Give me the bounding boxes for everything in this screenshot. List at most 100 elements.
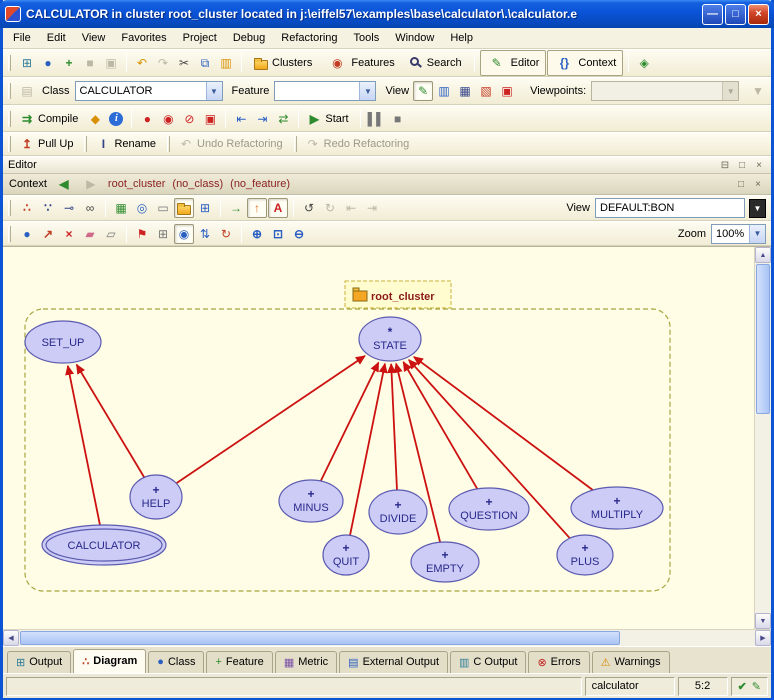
copy-icon[interactable]: ⧉ (195, 53, 215, 73)
eraser-alt-icon[interactable]: ▱ (101, 224, 121, 244)
menu-tools[interactable]: Tools (346, 30, 388, 46)
chevron-down-icon[interactable]: ▼ (749, 225, 765, 243)
export-image-icon[interactable]: ▦ (111, 198, 131, 218)
diagram-node-multiply[interactable]: +MULTIPLY (571, 487, 663, 529)
menu-debug[interactable]: Debug (225, 30, 273, 46)
diagram-node-empty[interactable]: +EMPTY (411, 542, 479, 582)
diagram-undo-icon[interactable]: ↺ (299, 198, 319, 218)
history-back-icon[interactable]: ◀ (54, 174, 74, 194)
diagram-node-set_up[interactable]: SET_UP (25, 321, 101, 363)
zoom-combobox[interactable]: 100% ▼ (711, 224, 766, 244)
menu-favorites[interactable]: Favorites (113, 30, 174, 46)
relayout-icon[interactable]: ↻ (216, 224, 236, 244)
undock-icon[interactable]: ⊟ (718, 158, 732, 172)
delete-icon[interactable]: × (59, 224, 79, 244)
diagram-view-dropdown-icon[interactable]: ▼ (749, 199, 766, 218)
scroll-down-icon[interactable]: ▼ (755, 613, 771, 629)
menu-edit[interactable]: Edit (39, 30, 74, 46)
toolbar-grip[interactable] (8, 136, 11, 152)
zoom-fit-icon[interactable]: ⊡ (268, 224, 288, 244)
contract-view-icon[interactable]: ▧ (476, 81, 496, 101)
create-class-icon[interactable]: ● (17, 224, 37, 244)
context-button[interactable]: {} Context (547, 50, 623, 76)
print-icon[interactable]: ▭ (153, 198, 173, 218)
grid-layout-icon[interactable]: ⊞ (153, 224, 173, 244)
new-window-icon[interactable]: ⊞ (17, 53, 37, 73)
circle-layout-icon[interactable]: ◉ (174, 224, 194, 244)
rename-icon[interactable]: I (93, 134, 113, 154)
create-link-icon[interactable]: ↗ (38, 224, 58, 244)
scroll-right-icon[interactable]: ▶ (755, 630, 771, 646)
sort-icon[interactable]: ⇅ (195, 224, 215, 244)
interface-view-icon[interactable]: ▣ (497, 81, 517, 101)
client-links-icon[interactable]: ∞ (80, 198, 100, 218)
toolbar-grip[interactable] (8, 83, 11, 99)
info-icon[interactable]: i (106, 109, 126, 129)
start-icon[interactable]: ▶ (304, 109, 324, 129)
diagram-node-calculator[interactable]: CALCULATOR (42, 525, 166, 565)
tab-c-output[interactable]: ▥C Output (450, 651, 526, 673)
context-cluster[interactable]: root_cluster (108, 178, 165, 190)
tab-feature[interactable]: +Feature (206, 651, 272, 673)
show-clusters-icon[interactable] (174, 198, 194, 218)
menu-window[interactable]: Window (387, 30, 442, 46)
maximize-button[interactable]: □ (725, 4, 746, 25)
search-button[interactable]: Search (403, 54, 469, 72)
menu-project[interactable]: Project (175, 30, 225, 46)
toolbar-grip[interactable] (8, 55, 11, 71)
tab-warnings[interactable]: ⚠Warnings (592, 651, 670, 673)
clusters-button[interactable]: Clusters (247, 54, 319, 73)
clickable-view-icon[interactable]: ▥ (434, 81, 454, 101)
quality-icon[interactable]: ↑ (247, 198, 267, 218)
step-into-icon[interactable]: ⇤ (231, 109, 251, 129)
feature-combobox[interactable]: ▼ (274, 81, 376, 101)
toolbar-grip[interactable] (167, 136, 170, 152)
toolbar-grip[interactable] (294, 136, 297, 152)
melt-icon[interactable]: ⇉ (17, 109, 37, 129)
diagram-canvas[interactable]: root_clusterSET_UP*STATE+HELPCALCULATOR+… (3, 247, 754, 629)
tab-output[interactable]: ⊞Output (7, 651, 71, 673)
bon-diagram[interactable]: root_clusterSET_UP*STATE+HELPCALCULATOR+… (3, 247, 754, 629)
remove-breakpoints-icon[interactable]: ⊘ (179, 109, 199, 129)
editor-button[interactable]: ✎ Editor (480, 50, 547, 76)
open-file-icon[interactable]: ● (38, 53, 58, 73)
scroll-left-icon[interactable]: ◀ (3, 630, 19, 646)
web-output-icon[interactable]: ◎ (132, 198, 152, 218)
class-combobox-value[interactable]: CALCULATOR (76, 85, 206, 97)
maximize-pane-icon[interactable]: □ (734, 177, 748, 191)
chevron-down-icon[interactable]: ▼ (359, 82, 375, 100)
tab-errors[interactable]: ⊗Errors (528, 651, 589, 673)
diagram-node-minus[interactable]: +MINUS (279, 480, 343, 522)
diagram-view-combobox[interactable]: DEFAULT:BON (595, 198, 745, 218)
pull-up-icon[interactable]: ↥ (17, 134, 37, 154)
vertical-scroll-thumb[interactable] (756, 264, 770, 414)
breakpoints-window-icon[interactable]: ▣ (200, 109, 220, 129)
toolbar-overflow-icon[interactable]: ▼ (748, 81, 768, 101)
diagram-node-help[interactable]: +HELP (130, 475, 182, 519)
show-labels-icon[interactable]: A (268, 198, 288, 218)
zoom-value[interactable]: 100% (712, 228, 749, 240)
cluster-relations-icon[interactable]: ∵ (38, 198, 58, 218)
diagram-tool-icon[interactable]: ◈ (634, 53, 654, 73)
paste-icon[interactable]: ▥ (216, 53, 236, 73)
menu-view[interactable]: View (74, 30, 114, 46)
toolbar-grip[interactable] (8, 200, 11, 216)
close-button[interactable]: × (748, 4, 769, 25)
cut-icon[interactable]: ✂ (174, 53, 194, 73)
toolbar-grip[interactable] (8, 226, 11, 242)
add-project-icon[interactable]: + (59, 53, 79, 73)
zoom-in-icon[interactable]: ⊕ (247, 224, 267, 244)
tab-metric[interactable]: ▦Metric (275, 651, 337, 673)
go-to-icon[interactable]: → (226, 198, 246, 218)
diagram-node-state[interactable]: *STATE (359, 317, 421, 361)
diagram-node-plus[interactable]: +PLUS (557, 535, 613, 575)
vertical-scrollbar[interactable]: ▲ ▼ (754, 247, 771, 629)
tab-diagram[interactable]: ∴Diagram (73, 649, 146, 673)
run-to-cursor-icon[interactable]: ⇄ (273, 109, 293, 129)
diagram-node-quit[interactable]: +QUIT (323, 535, 369, 575)
features-button[interactable]: ◉ Features (320, 50, 401, 76)
supplier-links-icon[interactable]: ⊸ (59, 198, 79, 218)
scroll-up-icon[interactable]: ▲ (755, 247, 771, 263)
minimize-button[interactable]: — (702, 4, 723, 25)
close-pane-icon[interactable]: × (751, 177, 765, 191)
